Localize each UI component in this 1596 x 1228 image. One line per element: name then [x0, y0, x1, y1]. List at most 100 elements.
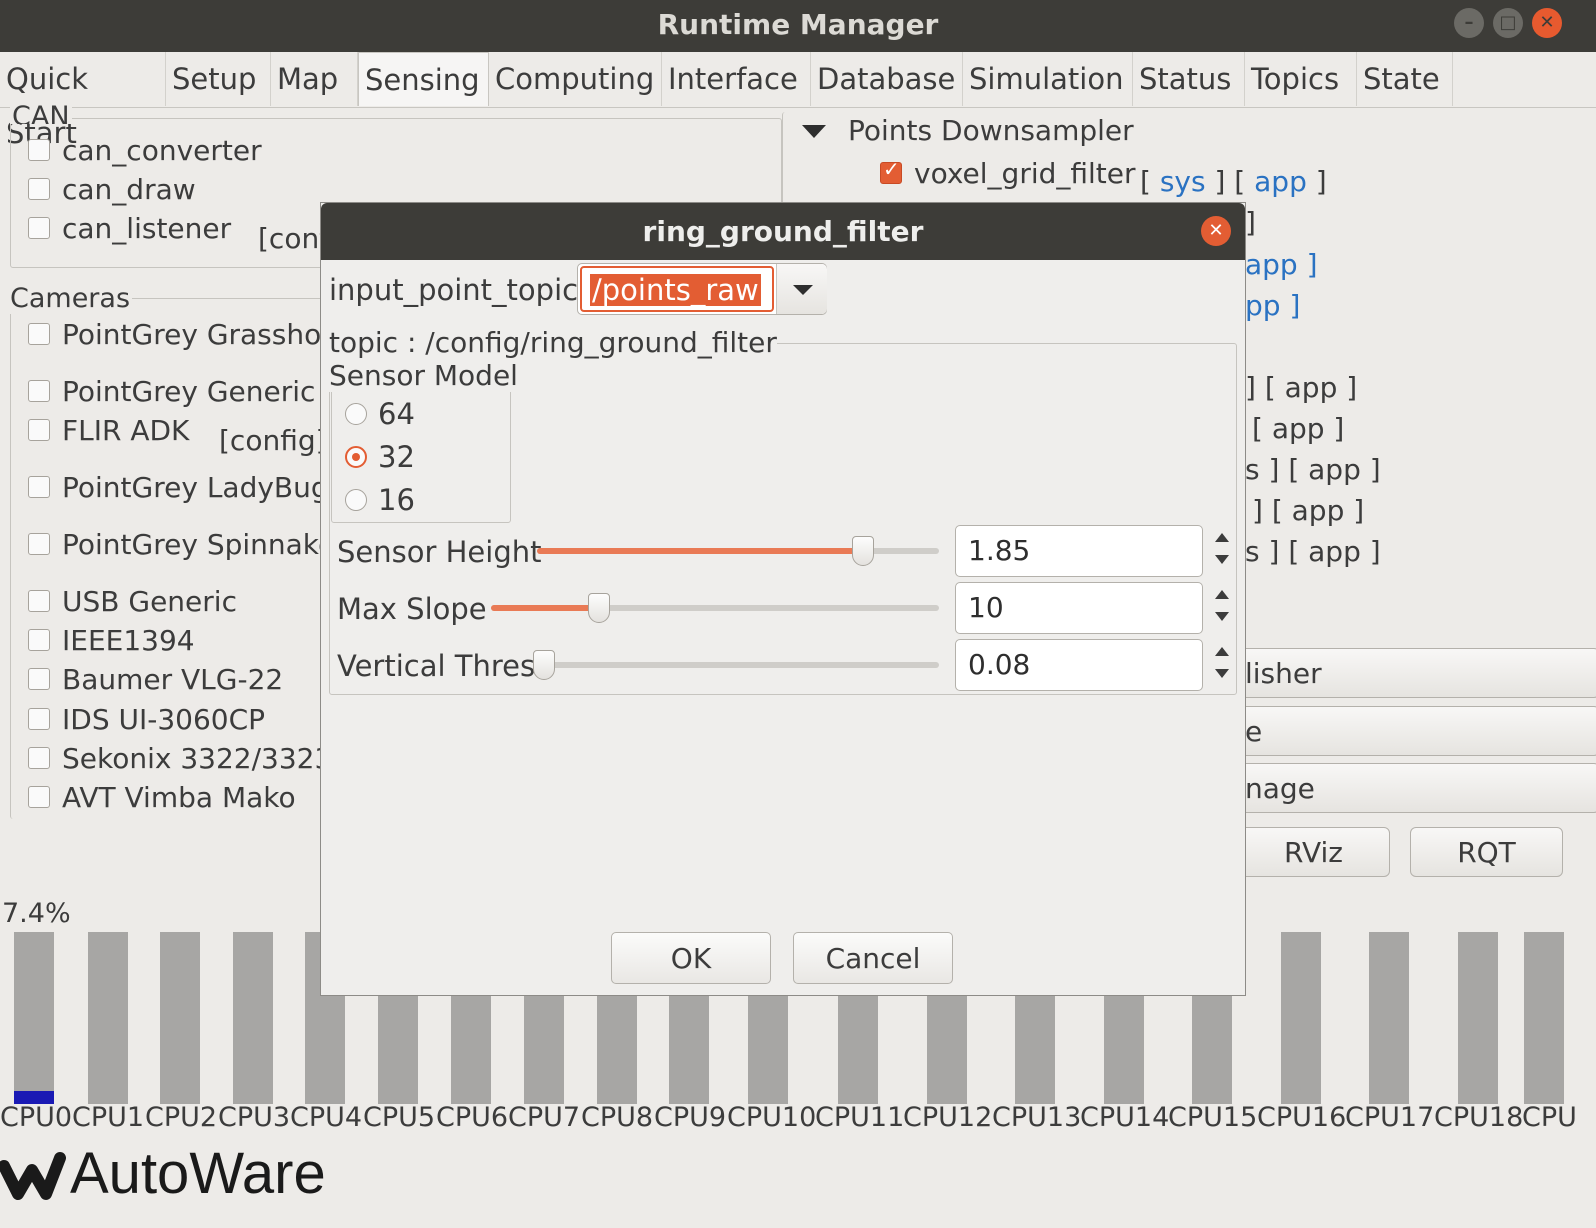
tab-sensing[interactable]: Sensing: [358, 52, 489, 106]
radio-16[interactable]: [345, 489, 367, 511]
app-link[interactable]: app: [1254, 165, 1307, 198]
checkbox-icon[interactable]: [28, 139, 50, 161]
max-slope-input[interactable]: 10: [955, 582, 1203, 634]
checkbox-camera[interactable]: PointGrey Spinnake: [28, 528, 335, 562]
close-icon[interactable]: ✕: [1532, 8, 1562, 38]
ok-button[interactable]: OK: [611, 932, 771, 984]
flir-config-link[interactable]: [config]: [219, 424, 327, 457]
checkbox-voxel-grid-filter[interactable]: voxel_grid_filter: [880, 157, 1136, 191]
checkbox-icon[interactable]: [28, 590, 50, 612]
partial-row: ]: [1245, 206, 1256, 239]
checkbox-label: PointGrey Spinnake: [62, 528, 336, 561]
tab-interface[interactable]: Interface: [662, 52, 811, 106]
publisher-button[interactable]: lisher: [1220, 648, 1596, 698]
image-button[interactable]: nage: [1220, 763, 1596, 813]
app-link[interactable]: pp ]: [1245, 289, 1300, 322]
checkbox-camera[interactable]: IDS UI-3060CP: [28, 703, 265, 737]
sys-link[interactable]: sys: [1160, 165, 1206, 198]
checkbox-label: Baumer VLG-22: [62, 663, 284, 696]
input-point-topic-field[interactable]: /points_raw: [580, 266, 774, 312]
checkbox-label: Sekonix 3322/3323 (: [62, 742, 353, 775]
partial-row[interactable]: ] [ app ]: [1252, 494, 1364, 527]
partial-row[interactable]: ] [ app ]: [1245, 371, 1357, 404]
checkbox-can-converter[interactable]: can_converter: [28, 134, 262, 168]
checkbox-camera[interactable]: PointGrey Generic: [28, 375, 315, 409]
checkbox-icon[interactable]: [28, 708, 50, 730]
vertical-thres-input[interactable]: 0.08: [955, 639, 1203, 691]
checkbox-camera[interactable]: USB Generic: [28, 585, 237, 619]
cpu-label: CPU8: [581, 1102, 654, 1133]
can-listener-config-link[interactable]: [conf: [258, 222, 329, 255]
tab-topics[interactable]: Topics: [1245, 52, 1357, 106]
tab-database[interactable]: Database: [811, 52, 963, 106]
checkbox-icon[interactable]: [28, 786, 50, 808]
tab-map[interactable]: Map: [271, 52, 358, 106]
topic-legend: topic : /config/ring_ground_filter: [329, 326, 777, 359]
checkbox-camera[interactable]: AVT Vimba Mako: [28, 781, 296, 809]
expand-triangle-icon[interactable]: [802, 125, 826, 138]
cpu-label: CPU5: [363, 1102, 436, 1133]
slider-handle[interactable]: [587, 593, 610, 623]
minimize-icon[interactable]: –: [1454, 8, 1484, 38]
checkbox-camera[interactable]: PointGrey Grasshop: [28, 318, 339, 352]
cpu-bar: [1281, 932, 1321, 1104]
checkbox-icon[interactable]: [28, 476, 50, 498]
checkbox-camera[interactable]: FLIR ADK: [28, 414, 189, 448]
spin-arrows-icon[interactable]: [1211, 525, 1231, 577]
tab-simulation[interactable]: Simulation: [963, 52, 1133, 106]
checkbox-camera[interactable]: IEEE1394: [28, 624, 195, 658]
cpu-label: CPU3: [218, 1102, 291, 1133]
partial-button[interactable]: e: [1220, 706, 1596, 756]
checkbox-camera[interactable]: PointGrey LadyBug 5: [28, 471, 355, 505]
checkbox-icon[interactable]: [28, 323, 50, 345]
cancel-button[interactable]: Cancel: [793, 932, 953, 984]
close-icon[interactable]: ✕: [1201, 216, 1231, 246]
checkbox-icon[interactable]: [28, 178, 50, 200]
checkbox-icon[interactable]: [28, 419, 50, 441]
partial-row[interactable]: s ] [ app ]: [1245, 453, 1381, 486]
cpu-label: CPU2: [145, 1102, 218, 1133]
tab-state[interactable]: State: [1357, 52, 1453, 106]
checkbox-camera[interactable]: Baumer VLG-22: [28, 663, 283, 697]
input-point-topic-combo[interactable]: /points_raw: [577, 263, 827, 315]
spin-arrows-icon[interactable]: [1211, 639, 1231, 691]
max-slope-slider[interactable]: [491, 593, 939, 623]
rviz-button[interactable]: RViz: [1237, 827, 1390, 877]
spin-arrows-icon[interactable]: [1211, 582, 1231, 634]
checkbox-icon[interactable]: [28, 217, 50, 239]
partial-row[interactable]: s ] [ app ]: [1245, 535, 1381, 568]
checkbox-camera[interactable]: Sekonix 3322/3323 (: [28, 742, 352, 776]
tab-status[interactable]: Status: [1133, 52, 1245, 106]
tab-setup[interactable]: Setup: [166, 52, 271, 106]
points-downsampler-label: Points Downsampler: [848, 114, 1134, 147]
slider-handle[interactable]: [851, 536, 874, 566]
cpu-bar: [14, 932, 54, 1104]
input-point-topic-value[interactable]: /points_raw: [590, 274, 761, 306]
checkbox-label: voxel_grid_filter: [914, 157, 1136, 190]
checkbox-can-draw[interactable]: can_draw: [28, 173, 196, 207]
checkbox-icon[interactable]: [28, 668, 50, 690]
checkbox-icon[interactable]: [28, 747, 50, 769]
sensor-height-input[interactable]: 1.85: [955, 525, 1203, 577]
partial-row[interactable]: [ app ]: [1252, 412, 1344, 445]
cpu-label: CPU18: [1434, 1102, 1524, 1133]
checkbox-checked-icon[interactable]: [880, 157, 902, 184]
checkbox-icon[interactable]: [28, 629, 50, 651]
checkbox-icon[interactable]: [28, 533, 50, 555]
chevron-down-icon[interactable]: [776, 264, 827, 314]
checkbox-can-listener[interactable]: can_listener: [28, 212, 231, 246]
slider-handle[interactable]: [533, 650, 555, 680]
app-link[interactable]: app ]: [1245, 248, 1318, 281]
maximize-icon[interactable]: □: [1493, 8, 1523, 38]
tab-computing[interactable]: Computing: [489, 52, 662, 106]
radio-32[interactable]: [345, 446, 367, 468]
radio-16-label: 16: [378, 483, 415, 517]
radio-64[interactable]: [345, 403, 367, 425]
max-slope-label: Max Slope: [337, 592, 487, 626]
tab-quick-start[interactable]: Quick Start: [0, 52, 166, 150]
cpu-label: CPU17: [1345, 1102, 1435, 1133]
vertical-thres-slider[interactable]: [533, 650, 939, 680]
checkbox-icon[interactable]: [28, 380, 50, 402]
rqt-button[interactable]: RQT: [1410, 827, 1563, 877]
sensor-height-slider[interactable]: [537, 536, 939, 566]
